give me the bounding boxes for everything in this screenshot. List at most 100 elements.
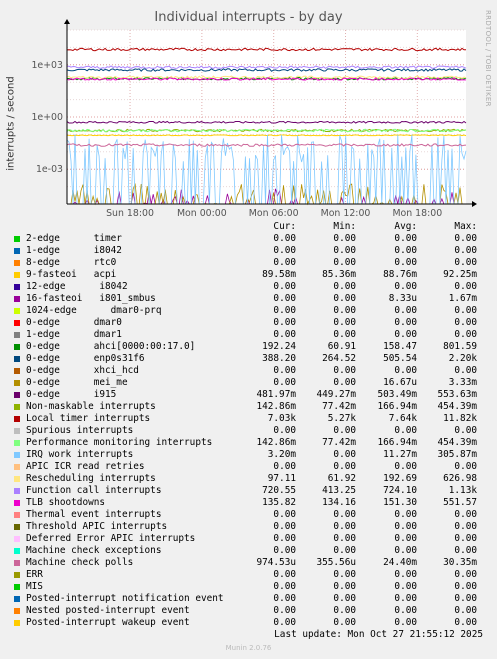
- legend-row: Non-maskable interrupts 142.86m 77.42m 166.…: [0, 401, 497, 413]
- legend-row: 1-edge dmar1 0.00 0.00 0.00 0.00: [0, 329, 497, 341]
- y-tick-label: 1e+03: [31, 60, 63, 71]
- legend-max-value: 0.00: [454, 281, 477, 292]
- legend-swatch: [14, 380, 20, 386]
- legend-max-value: 0.00: [454, 461, 477, 472]
- legend-row: 0-edge ahci[0000:00:17.0] 192.24 60.91 158.…: [0, 341, 497, 353]
- legend-cur-value: 0.00: [273, 293, 296, 304]
- legend-swatch: [14, 260, 20, 266]
- legend-avg-value: 88.76m: [383, 269, 417, 280]
- legend-min-value: 60.91: [327, 341, 356, 352]
- legend-avg-value: 151.30: [383, 497, 417, 508]
- legend-min-value: 0.00: [333, 617, 356, 628]
- legend-cur-value: 0.00: [273, 593, 296, 604]
- legend-max-value: 0.00: [454, 329, 477, 340]
- legend-series-name: 1024-edge dmar0-prq: [26, 305, 162, 316]
- legend-avg-value: 0.00: [394, 425, 417, 436]
- legend-max-value: 0.00: [454, 521, 477, 532]
- legend-avg-value: 0.00: [394, 305, 417, 316]
- legend-series-name: 1-edge i8042: [26, 245, 122, 256]
- legend-max-value: 11.82k: [443, 413, 477, 424]
- legend-max-value: 0.00: [454, 365, 477, 376]
- legend-avg-value: 0.00: [394, 617, 417, 628]
- legend-swatch: [14, 620, 20, 626]
- legend-swatch: [14, 536, 20, 542]
- legend-row: 0-edge xhci_hcd 0.00 0.00 0.00 0.00: [0, 365, 497, 377]
- legend-swatch: [14, 608, 20, 614]
- legend-swatch: [14, 272, 20, 278]
- legend-max-value: 1.13k: [448, 485, 477, 496]
- legend-cur-value: 135.82: [262, 497, 296, 508]
- legend-swatch: [14, 248, 20, 254]
- x-tick-label: Mon 00:00: [177, 208, 227, 219]
- legend-max-value: 92.25m: [443, 269, 477, 280]
- legend-row: Spurious interrupts 0.00 0.00 0.00 0.00: [0, 425, 497, 437]
- legend-row: ERR 0.00 0.00 0.00 0.00: [0, 569, 497, 581]
- legend-max-value: 30.35m: [443, 557, 477, 568]
- legend-row: Performance monitoring interrupts 142.86m…: [0, 437, 497, 449]
- legend-swatch: [14, 524, 20, 530]
- legend-series-name: 0-edge ahci[0000:00:17.0]: [26, 341, 196, 352]
- legend-series-name: APIC ICR read retries: [26, 461, 145, 472]
- legend-row: 12-edge i8042 0.00 0.00 0.00 0.00: [0, 281, 497, 293]
- legend-max-value: 0.00: [454, 425, 477, 436]
- legend-min-value: 0.00: [333, 509, 356, 520]
- legend-series-name: 0-edge enp0s31f6: [26, 353, 145, 364]
- legend-series-name: IRQ work interrupts: [26, 449, 134, 460]
- x-tick-label: Sun 18:00: [106, 208, 154, 219]
- legend-min-value: 0.00: [333, 461, 356, 472]
- legend-max-value: 801.59: [443, 341, 477, 352]
- legend-avg-value: 0.00: [394, 281, 417, 292]
- legend-avg-value: 0.00: [394, 329, 417, 340]
- legend-series-name: ERR: [26, 569, 43, 580]
- legend-series-name: Deferred Error APIC interrupts: [26, 533, 196, 544]
- legend-swatch: [14, 344, 20, 350]
- legend-avg-value: 166.94m: [377, 437, 417, 448]
- legend-cur-value: 142.86m: [256, 437, 296, 448]
- legend-cur-value: 89.58m: [262, 269, 296, 280]
- legend-swatch: [14, 296, 20, 302]
- legend-min-value: 61.92: [327, 473, 356, 484]
- legend-series-name: 0-edge dmar0: [26, 317, 122, 328]
- legend-min-value: 0.00: [333, 605, 356, 616]
- legend-cur-value: 192.24: [262, 341, 296, 352]
- legend-row: 0-edge i915 481.97m 449.27m 503.49m 553.63m: [0, 389, 497, 401]
- legend-avg-value: 24.40m: [383, 557, 417, 568]
- legend-swatch: [14, 476, 20, 482]
- legend-series-name: 0-edge i915: [26, 389, 117, 400]
- legend-row: 1-edge i8042 0.00 0.00 0.00 0.00: [0, 245, 497, 257]
- legend-max-value: 626.98: [443, 473, 477, 484]
- header-cur: Cur:: [273, 221, 296, 232]
- legend-max-value: 1.67m: [448, 293, 477, 304]
- legend-series-name: Machine check polls: [26, 557, 134, 568]
- legend-max-value: 0.00: [454, 545, 477, 556]
- legend-max-value: 0.00: [454, 509, 477, 520]
- legend-cur-value: 0.00: [273, 329, 296, 340]
- legend-row: TLB shootdowns 135.82 134.16 151.30 551.57: [0, 497, 497, 509]
- legend-cur-value: 0.00: [273, 305, 296, 316]
- legend-swatch: [14, 236, 20, 242]
- legend-header-row: Cur: Min: Avg: Max:: [0, 221, 497, 233]
- legend-cur-value: 0.00: [273, 569, 296, 580]
- header-min: Min:: [333, 221, 356, 232]
- legend-series-name: Performance monitoring interrupts: [26, 437, 213, 448]
- legend-min-value: 0.00: [333, 233, 356, 244]
- last-update: Last update: Mon Oct 27 21:55:12 2025: [274, 629, 483, 640]
- legend-max-value: 0.00: [454, 305, 477, 316]
- legend-cur-value: 0.00: [273, 365, 296, 376]
- legend-series-name: Non-maskable interrupts: [26, 401, 156, 412]
- legend-series-name: Posted-interrupt notification event: [26, 593, 224, 604]
- legend-series-name: 0-edge xhci_hcd: [26, 365, 139, 376]
- legend-row: APIC ICR read retries 0.00 0.00 0.00 0.00: [0, 461, 497, 473]
- legend-row: 1024-edge dmar0-prq 0.00 0.00 0.00 0.00: [0, 305, 497, 317]
- legend-cur-value: 481.97m: [256, 389, 296, 400]
- legend-min-value: 77.42m: [322, 401, 356, 412]
- legend-swatch: [14, 284, 20, 290]
- legend-series-name: 9-fasteoi acpi: [26, 269, 117, 280]
- legend-min-value: 5.27k: [327, 413, 356, 424]
- legend-min-value: 0.00: [333, 377, 356, 388]
- legend-avg-value: 503.49m: [377, 389, 417, 400]
- legend-avg-value: 724.10: [383, 485, 417, 496]
- legend-series-name: 8-edge rtc0: [26, 257, 117, 268]
- legend-max-value: 2.20k: [448, 353, 477, 364]
- header-avg: Avg:: [394, 221, 417, 232]
